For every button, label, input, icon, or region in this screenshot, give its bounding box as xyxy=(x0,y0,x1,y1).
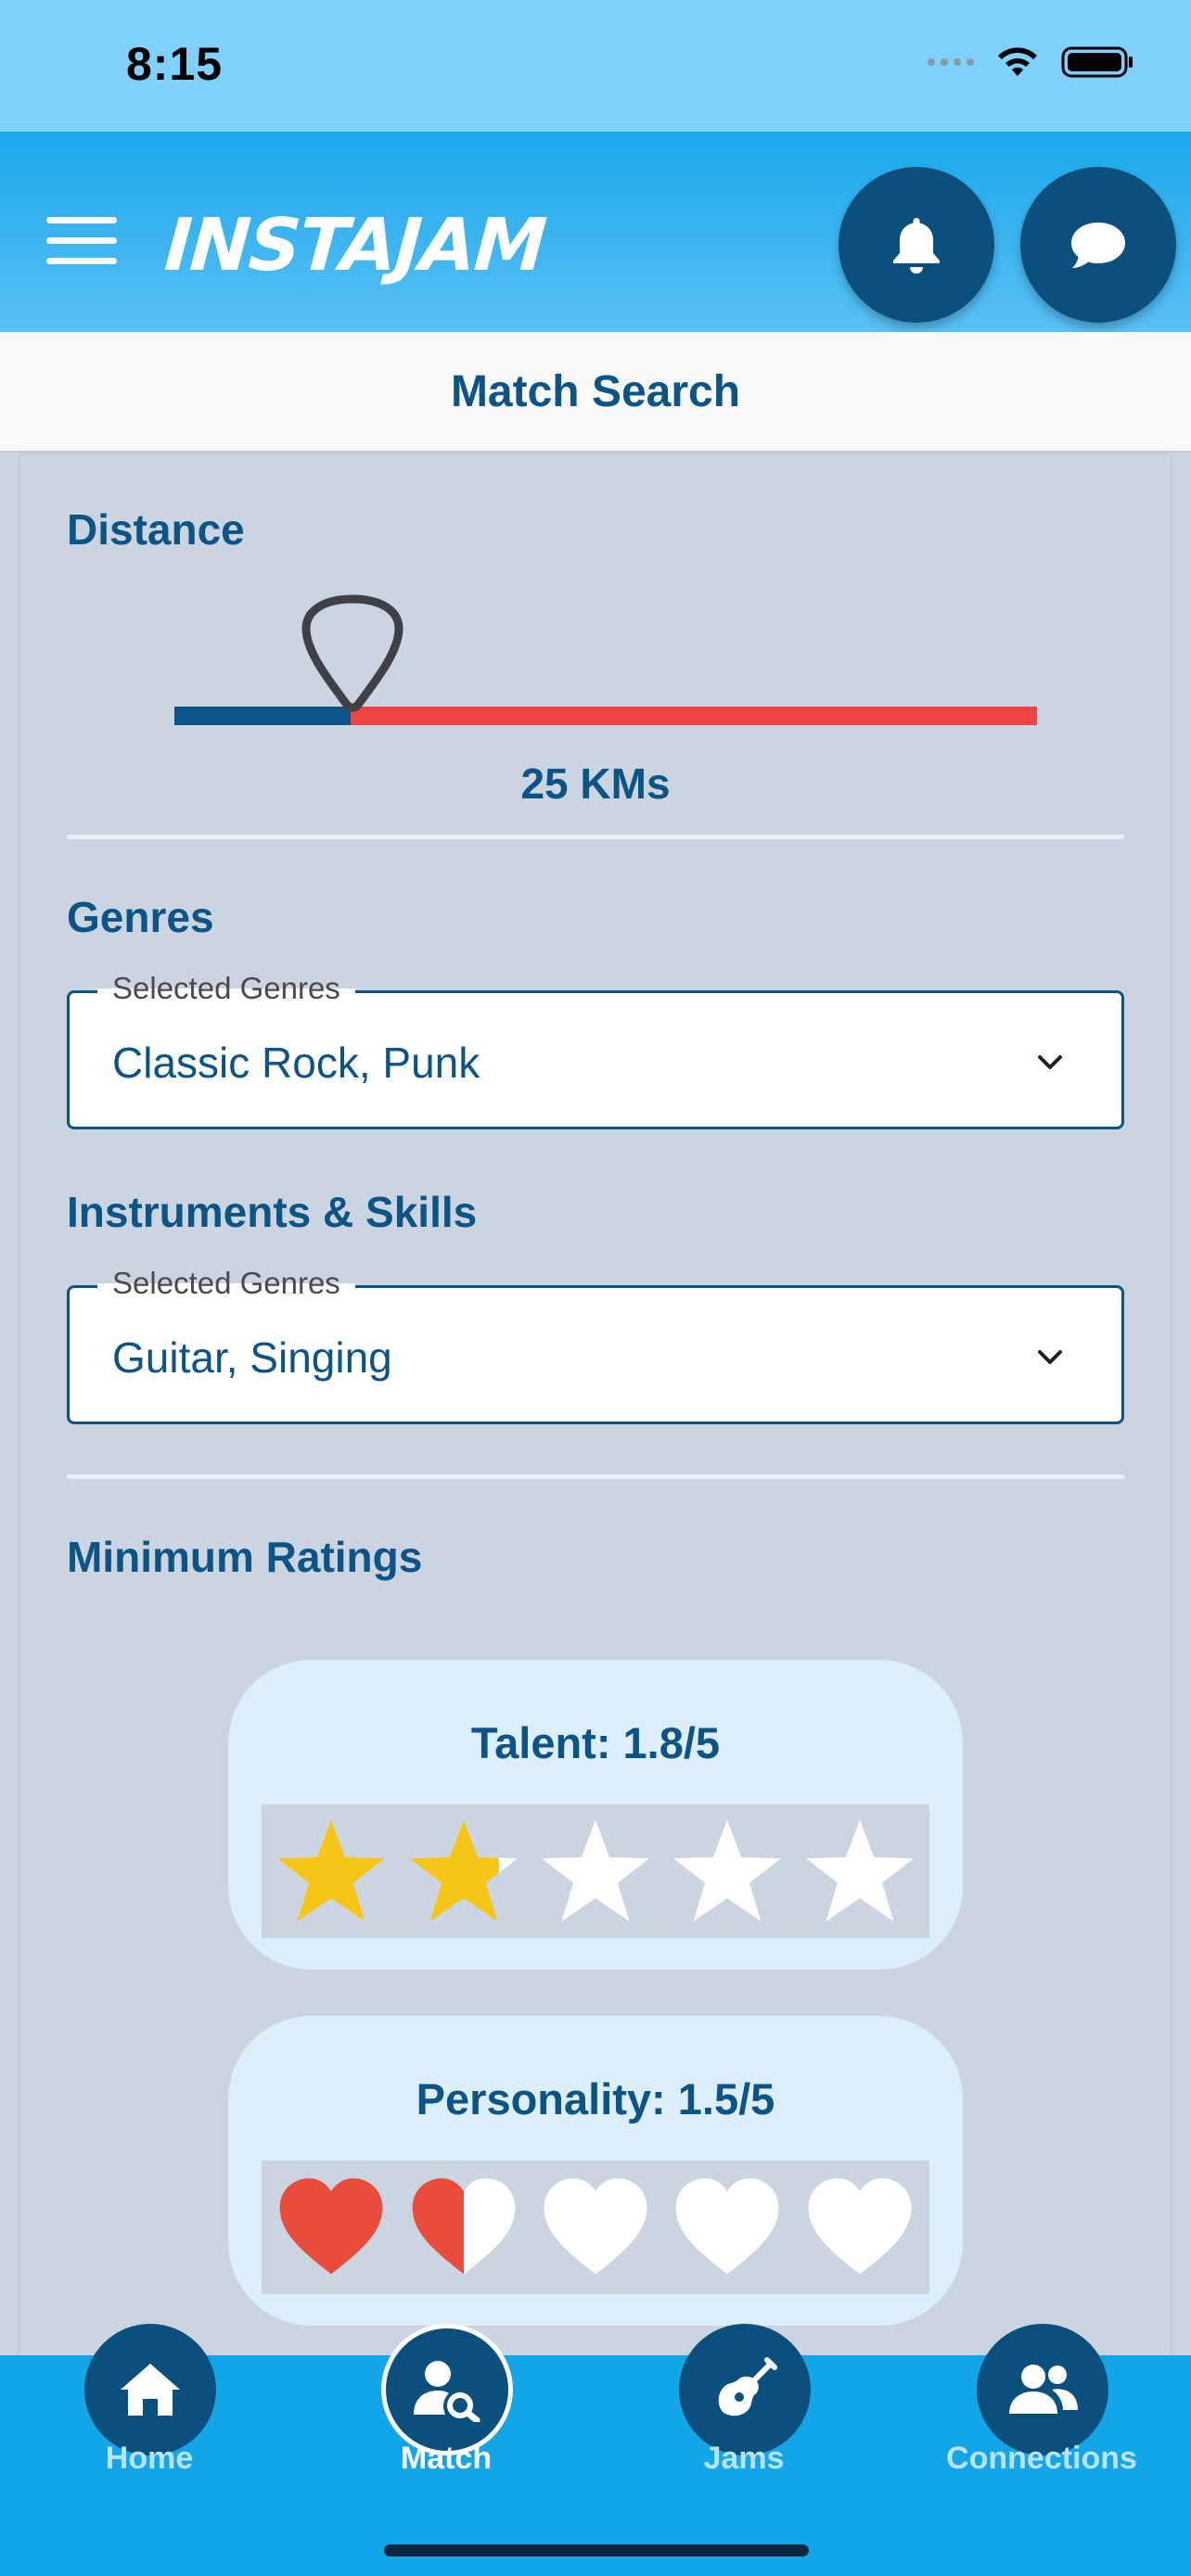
nav-label-connections: Connections xyxy=(946,2441,1137,2476)
slider-track-remaining[interactable] xyxy=(351,707,1037,725)
bell-icon xyxy=(893,218,940,274)
messages-button[interactable] xyxy=(1020,167,1176,323)
notifications-button[interactable] xyxy=(839,167,994,323)
genres-select-label: Selected Genres xyxy=(97,971,355,1006)
star-icon[interactable] xyxy=(669,1813,786,1930)
bottom-nav: Home Match Jams Connections xyxy=(0,2324,1191,2576)
star-icon[interactable] xyxy=(801,1813,918,1930)
status-icons xyxy=(928,45,1135,80)
personality-rating-label: Personality: 1.5/5 xyxy=(416,2074,775,2123)
nav-item-match[interactable]: Match xyxy=(344,2324,548,2528)
divider xyxy=(67,1474,1124,1479)
heart-icon[interactable] xyxy=(801,2169,918,2286)
divider xyxy=(67,835,1124,839)
home-icon xyxy=(121,2364,180,2416)
page-title: Match Search xyxy=(450,366,741,416)
app-logo: INSTAJAM xyxy=(161,204,548,287)
personality-heart-rating[interactable] xyxy=(262,2161,929,2294)
status-bar: 8:15 xyxy=(0,0,1191,132)
distance-title: Distance xyxy=(67,505,245,554)
instruments-select-label: Selected Genres xyxy=(97,1266,355,1301)
heart-icon[interactable] xyxy=(537,2169,654,2286)
nav-item-home[interactable]: Home xyxy=(47,2324,251,2528)
instruments-select[interactable]: Selected Genres Guitar, Singing xyxy=(67,1266,1124,1424)
talent-rating-card: Talent: 1.8/5 xyxy=(228,1660,963,1970)
heart-icon[interactable] xyxy=(405,2169,522,2286)
user-search-icon xyxy=(414,2361,480,2422)
ratings-title: Minimum Ratings xyxy=(67,1533,423,1581)
genres-select[interactable]: Selected Genres Classic Rock, Punk xyxy=(67,971,1124,1129)
app-header: INSTAJAM xyxy=(0,132,1191,332)
talent-star-rating[interactable] xyxy=(262,1804,929,1938)
nav-item-jams[interactable]: Jams xyxy=(642,2324,846,2528)
chat-bubble-icon xyxy=(1071,223,1125,268)
star-icon[interactable] xyxy=(273,1813,390,1930)
guitar-icon xyxy=(718,2357,777,2417)
star-icon[interactable] xyxy=(537,1813,654,1930)
instruments-title: Instruments & Skills xyxy=(67,1188,478,1236)
home-indicator xyxy=(384,2544,809,2557)
heart-icon[interactable] xyxy=(669,2169,786,2286)
status-time: 8:15 xyxy=(126,38,224,90)
nav-label-match: Match xyxy=(400,2441,493,2476)
guitar-pick-icon[interactable] xyxy=(299,592,406,712)
distance-value: 25 KMs xyxy=(520,759,671,808)
users-icon xyxy=(1009,2365,1078,2414)
battery-icon xyxy=(1061,46,1133,78)
genres-title: Genres xyxy=(67,893,214,941)
hamburger-menu-icon[interactable] xyxy=(46,217,117,265)
heart-icon[interactable] xyxy=(273,2169,390,2286)
nav-label-jams: Jams xyxy=(703,2441,785,2476)
nav-item-connections[interactable]: Connections xyxy=(940,2324,1144,2528)
instruments-select-value: Guitar, Singing xyxy=(112,1333,392,1382)
nav-label-home: Home xyxy=(105,2441,194,2476)
match-search-form: Distance 25 KMs Genres Selected Genres C… xyxy=(20,454,1171,2355)
star-icon[interactable] xyxy=(405,1813,522,1930)
chevron-down-icon xyxy=(1038,1055,1062,1069)
chevron-down-icon xyxy=(1038,1350,1062,1364)
talent-rating-label: Talent: 1.8/5 xyxy=(470,1718,721,1767)
personality-rating-card: Personality: 1.5/5 xyxy=(228,2016,963,2326)
wifi-icon xyxy=(998,47,1037,76)
signal-icon xyxy=(928,58,974,66)
genres-select-value: Classic Rock, Punk xyxy=(112,1039,480,1087)
page-header: Match Search xyxy=(0,332,1191,453)
